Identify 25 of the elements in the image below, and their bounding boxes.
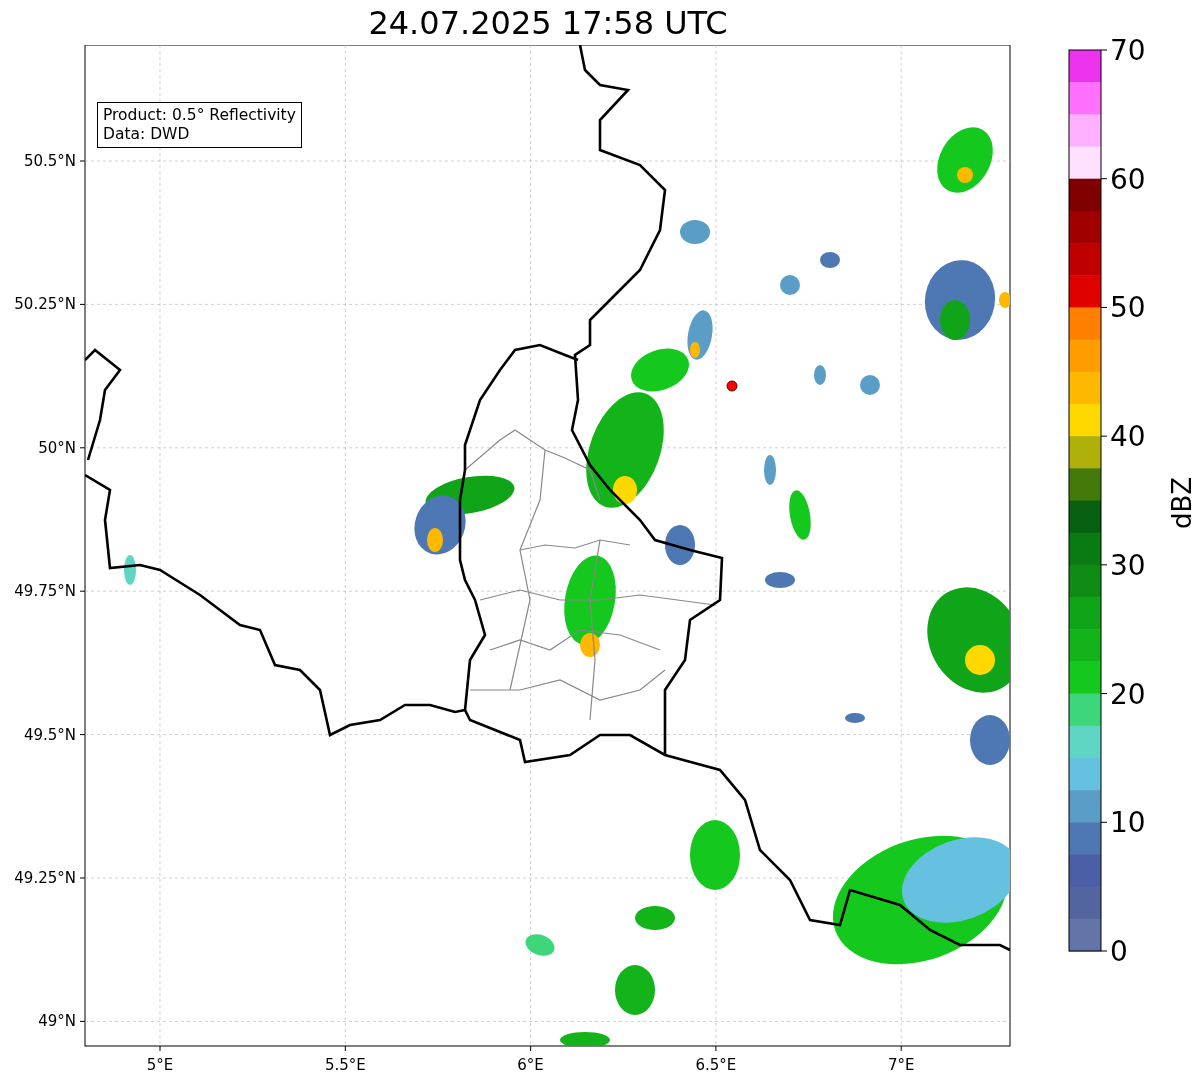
- colorbar-tick-label: 20: [1110, 677, 1146, 711]
- info-text: Data: DWD: [103, 125, 191, 144]
- site-marker-icon: [726, 380, 738, 392]
- colorbar-tick-label: 30: [1110, 548, 1146, 582]
- chart-title: 24.07.2025 17:58 UTC: [368, 2, 728, 43]
- colorbar-tick-label: 10: [1110, 806, 1146, 840]
- latitude-label: 50.5°N: [23, 152, 76, 170]
- longitude-label: 6°E: [517, 1056, 544, 1074]
- colorbar-tick-label: 60: [1110, 162, 1146, 196]
- colorbar-tick-label: 70: [1110, 34, 1146, 67]
- latitude-label: 49°N: [38, 1012, 76, 1031]
- latitude-label: 49.75°N: [14, 582, 76, 601]
- longitude-label: 7°E: [887, 1056, 915, 1074]
- latitude-label: 50.25°N: [14, 295, 76, 314]
- colorbar-tick-label: 40: [1110, 420, 1146, 454]
- colorbar-label: dBZ: [1167, 476, 1197, 530]
- colorbar-tick-label: 0: [1110, 935, 1128, 968]
- longitude-label: 6.5°E: [695, 1056, 737, 1074]
- longitude-label: 5°E: [146, 1056, 174, 1074]
- latitude-label: 49.5°N: [23, 725, 76, 744]
- info-text: Product: 0.5° Reflectivity: [103, 106, 296, 125]
- latitude-label: 49.25°N: [14, 869, 76, 887]
- longitude-label: 5.5°E: [324, 1056, 366, 1074]
- latitude-label: 50°N: [38, 438, 76, 457]
- colorbar-tick-label: 50: [1110, 291, 1146, 325]
